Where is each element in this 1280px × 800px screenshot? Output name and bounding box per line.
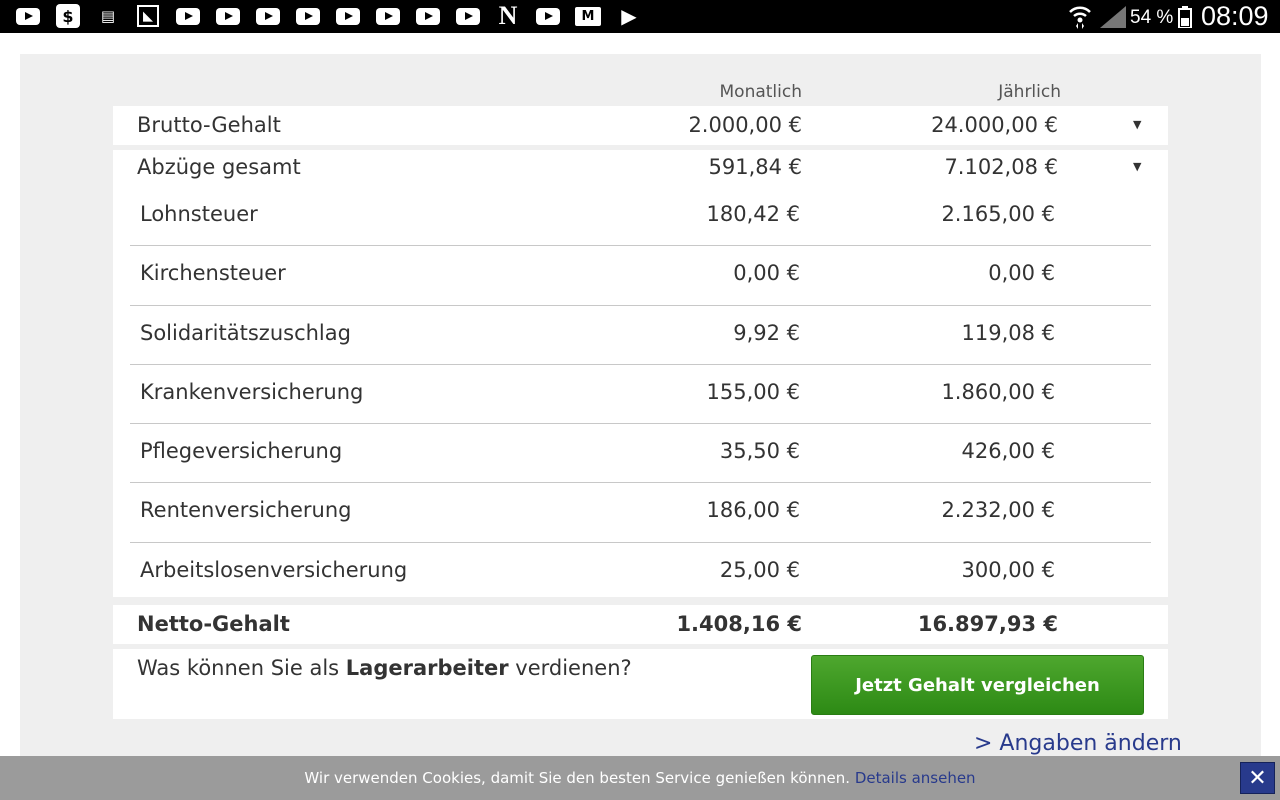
deduction-monthly: 25,00 € bbox=[719, 558, 800, 582]
compare-question: Was können Sie als Lagerarbeiter verdien… bbox=[137, 656, 632, 680]
net-salary-yearly: 16.897,93 € bbox=[917, 612, 1058, 636]
deduction-monthly: 0,00 € bbox=[733, 261, 800, 285]
deduction-label: Arbeitslosenversicherung bbox=[140, 558, 408, 582]
document-notification-icon: ▤ bbox=[100, 7, 116, 25]
deductions-total-yearly: 7.102,08 € bbox=[944, 155, 1058, 179]
deduction-monthly: 35,50 € bbox=[719, 439, 800, 463]
job-title: Lagerarbeiter bbox=[345, 656, 509, 680]
cookie-text: Wir verwenden Cookies, damit Sie den bes… bbox=[304, 769, 851, 787]
youtube-notification-icon bbox=[16, 8, 40, 25]
deduction-label: Solidaritätszuschlag bbox=[140, 321, 351, 345]
cookie-banner: Wir verwenden Cookies, damit Sie den bes… bbox=[0, 756, 1280, 800]
row-divider bbox=[130, 423, 1151, 424]
column-header-yearly: Jährlich bbox=[998, 82, 1061, 102]
youtube-notification-icon bbox=[536, 8, 560, 25]
battery-icon bbox=[1178, 6, 1192, 28]
deduction-label: Lohnsteuer bbox=[140, 202, 258, 226]
row-divider bbox=[130, 482, 1151, 483]
money-app-notification-icon: $ bbox=[56, 4, 80, 28]
expand-deductions-icon[interactable]: ▼ bbox=[1133, 160, 1141, 173]
row-divider bbox=[130, 245, 1151, 246]
youtube-notification-icon bbox=[296, 8, 320, 25]
deduction-label: Pflegeversicherung bbox=[140, 439, 343, 463]
deductions-total-monthly: 591,84 € bbox=[708, 155, 802, 179]
deduction-label: Kirchensteuer bbox=[140, 261, 286, 285]
cookie-details-link[interactable]: Details ansehen bbox=[855, 769, 976, 787]
youtube-notification-icon bbox=[456, 8, 480, 25]
deduction-monthly: 9,92 € bbox=[733, 321, 800, 345]
deduction-yearly: 2.232,00 € bbox=[941, 498, 1055, 522]
gross-salary-yearly: 24.000,00 € bbox=[931, 113, 1058, 137]
deductions-total-label[interactable]: Abzüge gesamt bbox=[137, 155, 301, 179]
expand-gross-icon[interactable]: ▼ bbox=[1133, 118, 1141, 131]
youtube-notification-icon bbox=[216, 8, 240, 25]
gross-salary-label: Brutto-Gehalt bbox=[137, 113, 281, 137]
deduction-yearly: 119,08 € bbox=[961, 321, 1055, 345]
deduction-monthly: 155,00 € bbox=[706, 380, 800, 404]
deduction-yearly: 426,00 € bbox=[961, 439, 1055, 463]
net-salary-monthly: 1.408,16 € bbox=[676, 612, 802, 636]
deduction-yearly: 300,00 € bbox=[961, 558, 1055, 582]
cookie-message: Wir verwenden Cookies, damit Sie den bes… bbox=[0, 756, 1280, 800]
youtube-notification-icon bbox=[336, 8, 360, 25]
youtube-notification-icon bbox=[176, 8, 200, 25]
deduction-label: Rentenversicherung bbox=[140, 498, 352, 522]
row-divider bbox=[130, 364, 1151, 365]
deduction-label: Krankenversicherung bbox=[140, 380, 364, 404]
row-divider bbox=[130, 305, 1151, 306]
image-notification-icon: ◣ bbox=[137, 5, 159, 27]
status-bar: $ ▤ ◣ N M ▶ 54 % 08:09 bbox=[0, 0, 1280, 33]
deduction-monthly: 186,00 € bbox=[706, 498, 800, 522]
gross-salary-monthly: 2.000,00 € bbox=[688, 113, 802, 137]
net-salary-label: Netto-Gehalt bbox=[137, 612, 290, 636]
netflix-notification-icon: N bbox=[498, 1, 518, 30]
close-cookie-button[interactable]: ✕ bbox=[1240, 762, 1275, 794]
column-header-monthly: Monatlich bbox=[719, 82, 803, 102]
compare-suffix: verdienen? bbox=[508, 656, 632, 680]
deduction-yearly: 0,00 € bbox=[988, 261, 1055, 285]
change-inputs-link[interactable]: > Angaben ändern bbox=[974, 731, 1182, 756]
play-store-notification-icon: ▶ bbox=[621, 4, 637, 28]
row-divider bbox=[130, 542, 1151, 543]
signal-icon bbox=[1100, 6, 1126, 28]
deduction-monthly: 180,42 € bbox=[706, 202, 800, 226]
clock: 08:09 bbox=[1201, 1, 1269, 31]
deduction-yearly: 2.165,00 € bbox=[941, 202, 1055, 226]
compare-salary-button[interactable]: Jetzt Gehalt vergleichen bbox=[811, 655, 1144, 715]
wifi-icon bbox=[1069, 6, 1091, 29]
battery-percent: 54 % bbox=[1130, 7, 1174, 28]
youtube-notification-icon bbox=[416, 8, 440, 25]
deduction-yearly: 1.860,00 € bbox=[941, 380, 1055, 404]
youtube-notification-icon bbox=[256, 8, 280, 25]
youtube-notification-icon bbox=[376, 8, 400, 25]
compare-prefix: Was können Sie als bbox=[137, 656, 346, 680]
gmail-notification-icon: M bbox=[575, 7, 601, 26]
